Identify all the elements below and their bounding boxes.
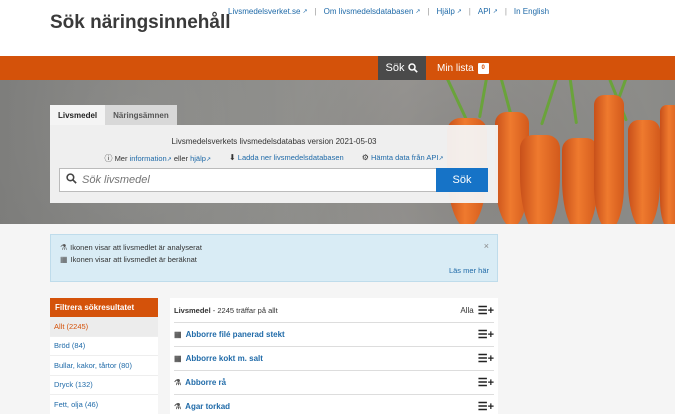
link-api[interactable]: API ↗ [478, 7, 498, 16]
search-input[interactable] [82, 174, 422, 186]
filter-item-brod[interactable]: Bröd (84) [50, 337, 158, 356]
divider: | [504, 7, 507, 16]
nav-search-tab[interactable]: Sök [378, 56, 426, 80]
add-to-list-icon[interactable]: ☰+ [478, 329, 494, 340]
link-hjalp[interactable]: Hjälp ↗ [437, 7, 462, 16]
flask-icon: ⚗ [174, 402, 182, 411]
info-help-group: ⓘ Mer information↗ eller hjälp↗ [104, 154, 211, 163]
api-data-link[interactable]: Hämta data från API [371, 153, 439, 162]
external-link-icon: ↗ [456, 9, 462, 15]
icon-legend-box: ⚗ Ikonen visar att livsmedlet är analyse… [50, 234, 498, 282]
close-icon[interactable]: × [484, 241, 489, 251]
search-field [59, 168, 436, 192]
filter-item-dryck[interactable]: Dryck (132) [50, 376, 158, 395]
divider: | [314, 7, 317, 16]
external-link-icon: ↗ [492, 9, 498, 15]
external-link-icon: ↗ [302, 9, 308, 15]
database-version: Livsmedelsverkets livsmedelsdatabas vers… [171, 137, 377, 146]
link-om-databasen[interactable]: Om livsmedelsdatabasen ↗ [324, 7, 421, 16]
page-title: Sök näringsinnehåll [50, 12, 231, 33]
add-to-list-icon[interactable]: ☰+ [478, 353, 494, 364]
search-icon [408, 63, 419, 73]
table-row: ▦ Abborre kokt m. salt ☰+ [174, 346, 494, 370]
search-button[interactable]: Sök [436, 168, 488, 192]
external-link-icon: ↗ [415, 9, 421, 15]
site-header: Sök näringsinnehåll Livsmedelsverket.se ↗… [0, 0, 675, 56]
table-row: ⚗ Agar torkad ☰+ [174, 394, 494, 414]
info-icon: ⓘ [104, 154, 113, 163]
read-more-link[interactable]: Läs mer här [449, 266, 489, 275]
filter-item-allt[interactable]: Allt (2245) [50, 317, 158, 337]
food-link[interactable]: Abborre rå [185, 378, 226, 387]
search-panel-body: Livsmedelsverkets livsmedelsdatabas vers… [50, 125, 498, 203]
add-to-list-icon: ☰+ [477, 304, 494, 317]
hero-banner: Livsmedel Näringsämnen Livsmedelsverkets… [0, 80, 675, 224]
top-links: Livsmedelsverket.se ↗ | Om livsmedelsdata… [228, 7, 549, 16]
results-list: Livsmedel - 2245 träffar på allt Alla ☰+… [170, 298, 498, 414]
search-panel: Livsmedel Näringsämnen Livsmedelsverkets… [50, 105, 498, 203]
tab-livsmedel[interactable]: Livsmedel [50, 105, 106, 125]
calculator-icon: ▦ [174, 330, 182, 339]
legend-analyzed: ⚗ Ikonen visar att livsmedlet är analyse… [60, 243, 202, 252]
search-icon [60, 173, 82, 187]
calculator-icon: ▦ [174, 354, 182, 363]
add-to-list-icon[interactable]: ☰+ [478, 377, 494, 388]
food-link[interactable]: Abborre kokt m. salt [186, 354, 263, 363]
external-link-icon: ↗ [438, 156, 444, 162]
tab-naringsamnen[interactable]: Näringsämnen [105, 105, 177, 125]
download-link[interactable]: Ladda ner livsmedelsdatabasen [238, 153, 344, 162]
add-to-list-icon[interactable]: ☰+ [478, 401, 494, 412]
external-link-icon: ↗ [166, 157, 172, 163]
gear-icon: ⚙ [361, 153, 369, 162]
calculator-icon: ▦ [60, 255, 68, 264]
nav-my-list[interactable]: Min lista 0 [437, 56, 489, 80]
link-livsmedelsverket[interactable]: Livsmedelsverket.se ↗ [228, 7, 308, 16]
link-english[interactable]: In English [514, 7, 549, 16]
download-group: ⬇ Ladda ner livsmedelsdatabasen [229, 153, 344, 164]
food-link[interactable]: Agar torkad [185, 402, 230, 411]
results-summary: Livsmedel - 2245 träffar på allt [174, 306, 278, 315]
filter-sidebar: Filtrera sökresultatet Allt (2245) Bröd … [50, 298, 158, 414]
divider: | [427, 7, 430, 16]
search-tabs: Livsmedel Näringsämnen [50, 105, 177, 125]
table-row: ⚗ Abborre rå ☰+ [174, 370, 494, 394]
download-icon: ⬇ [228, 153, 236, 162]
food-link[interactable]: Abborre filé panerad stekt [186, 330, 285, 339]
list-count-badge: 0 [477, 62, 489, 74]
main-nav: Sök Min lista 0 [0, 56, 675, 80]
flask-icon: ⚗ [174, 378, 182, 387]
divider: | [468, 7, 471, 16]
external-link-icon: ↗ [205, 157, 211, 163]
api-group: ⚙ Hämta data från API↗ [362, 153, 444, 164]
help-link[interactable]: hjälp [190, 154, 206, 163]
filter-heading: Filtrera sökresultatet [50, 298, 158, 317]
legend-calculated: ▦ Ikonen visar att livsmedlet är beräkna… [60, 255, 197, 264]
table-row: ▦ Abborre filé panerad stekt ☰+ [174, 322, 494, 346]
information-link[interactable]: information [130, 154, 167, 163]
flask-icon: ⚗ [60, 243, 68, 252]
filter-item-bullar[interactable]: Bullar, kakor, tårtor (80) [50, 356, 158, 376]
filter-item-fett[interactable]: Fett, olja (46) [50, 395, 158, 414]
add-all-button[interactable]: Alla ☰+ [460, 304, 494, 317]
info-links: ⓘ Mer information↗ eller hjälp↗ ⬇ Ladda … [50, 153, 498, 164]
